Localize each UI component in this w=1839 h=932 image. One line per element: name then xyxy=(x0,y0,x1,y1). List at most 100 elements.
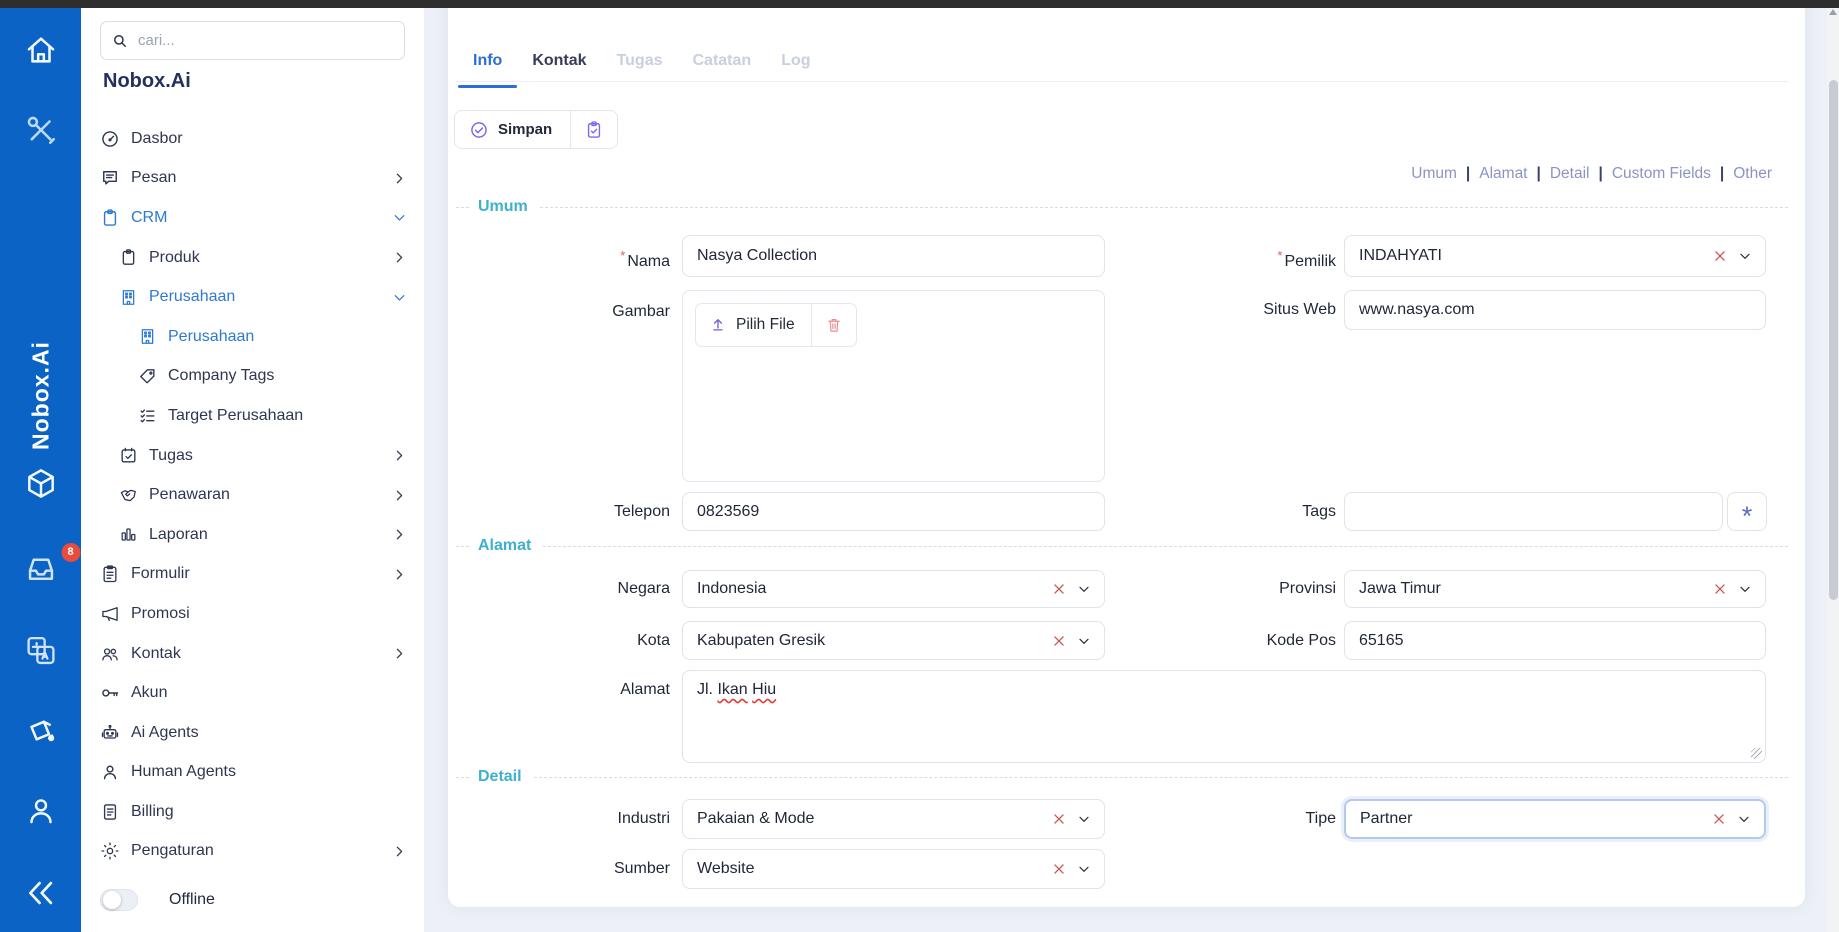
alamat-textarea[interactable]: Jl. Ikan Hiu xyxy=(682,670,1766,763)
kode-pos-label: Kode Pos xyxy=(1088,621,1336,660)
section-umum: Umum xyxy=(456,196,1788,218)
sidebar-item-perusahaan[interactable]: Perusahaan xyxy=(81,277,424,317)
sidebar-item-tugas[interactable]: Tugas xyxy=(81,436,424,476)
check-circle-icon xyxy=(469,120,489,140)
industri-select[interactable]: Pakaian & Mode xyxy=(682,799,1105,839)
telepon-input[interactable] xyxy=(682,492,1105,531)
pemilik-select[interactable]: INDAHYATI xyxy=(1344,235,1766,277)
search-input[interactable] xyxy=(138,32,394,49)
sidebar-item-produk[interactable]: Produk xyxy=(81,238,424,278)
nav-link-detail[interactable]: Detail xyxy=(1550,165,1590,182)
tipe-select[interactable]: Partner xyxy=(1344,799,1766,839)
nav-link-alamat[interactable]: Alamat xyxy=(1479,165,1527,182)
offline-label: Offline xyxy=(169,891,215,909)
provinsi-select[interactable]: Jawa Timur xyxy=(1344,570,1766,608)
provinsi-label: Provinsi xyxy=(1088,570,1336,608)
profile-icon[interactable] xyxy=(23,793,58,828)
chevron-right-icon xyxy=(391,526,408,543)
clear-icon[interactable] xyxy=(1713,582,1727,596)
clear-icon[interactable] xyxy=(1052,582,1066,596)
chevron-down-icon xyxy=(1736,811,1752,827)
resize-handle[interactable] xyxy=(1751,748,1762,759)
sidebar-item-pesan[interactable]: Pesan xyxy=(81,159,424,199)
kota-select[interactable]: Kabupaten Gresik xyxy=(682,621,1105,660)
situs-web-input[interactable] xyxy=(1344,290,1766,330)
paint-bucket-icon[interactable] xyxy=(23,716,58,751)
icon-rail: Nobox.Ai 8 xyxy=(0,0,81,932)
kode-pos-input[interactable] xyxy=(1344,621,1766,660)
chevron-right-icon xyxy=(391,487,408,504)
rail-brand-vertical: Nobox.Ai xyxy=(27,300,54,450)
alamat-label: Alamat xyxy=(456,670,670,710)
situs-web-label: Situs Web xyxy=(1088,290,1336,330)
sidebar-item-promosi[interactable]: Promosi xyxy=(81,594,424,634)
section-detail: Detail xyxy=(456,766,1788,788)
chevron-down-icon xyxy=(391,209,408,226)
nama-input[interactable] xyxy=(682,235,1105,277)
sidebar-search[interactable] xyxy=(100,21,405,60)
sidebar-item-ai-agents[interactable]: Ai Agents xyxy=(81,713,424,753)
clear-icon[interactable] xyxy=(1052,862,1066,876)
clipboard-check-button[interactable] xyxy=(570,111,617,148)
kota-label: Kota xyxy=(456,621,670,660)
sidebar: Nobox.Ai Dasbor Pesan CRM Produk Perusah… xyxy=(81,8,424,932)
sidebar-item-company-tags[interactable]: Company Tags xyxy=(81,357,424,397)
clear-icon[interactable] xyxy=(1713,249,1727,263)
offline-toggle[interactable] xyxy=(100,889,138,911)
telepon-label: Telepon xyxy=(456,492,670,531)
tambah-perusahaan-modal: Tambah Perusahaan Info Kontak Tugas Cata… xyxy=(448,0,1805,907)
gambar-preview-box: Pilih File xyxy=(682,290,1105,482)
sidebar-item-pengaturan[interactable]: Pengaturan xyxy=(81,832,424,872)
nav-link-custom-fields[interactable]: Custom Fields xyxy=(1612,165,1711,182)
sumber-select[interactable]: Website xyxy=(682,849,1105,889)
sidebar-item-akun[interactable]: Akun xyxy=(81,673,424,713)
scrollbar-thumb[interactable] xyxy=(1829,80,1838,600)
save-button-group: Simpan xyxy=(454,110,618,149)
trash-icon xyxy=(825,316,843,334)
negara-select[interactable]: Indonesia xyxy=(682,570,1105,608)
chevron-down-icon xyxy=(1737,248,1753,264)
tags-asterisk-button[interactable]: * xyxy=(1727,492,1767,531)
sidebar-item-perusahaan-sub[interactable]: Perusahaan xyxy=(81,317,424,357)
pemilik-label: *Pemilik xyxy=(1088,235,1336,283)
pilih-file-button[interactable]: Pilih File xyxy=(696,304,811,346)
sidebar-menu: Dasbor Pesan CRM Produk Perusahaan Perus… xyxy=(81,119,424,871)
upload-icon xyxy=(709,316,727,334)
chevron-right-icon xyxy=(391,645,408,662)
nav-link-umum[interactable]: Umum xyxy=(1411,165,1457,182)
top-bar xyxy=(0,0,1839,8)
sidebar-brand: Nobox.Ai xyxy=(103,70,191,93)
sidebar-item-formulir[interactable]: Formulir xyxy=(81,555,424,595)
sidebar-item-laporan[interactable]: Laporan xyxy=(81,515,424,555)
chevron-right-icon xyxy=(391,447,408,464)
sidebar-item-dasbor[interactable]: Dasbor xyxy=(81,119,424,159)
delete-image-button[interactable] xyxy=(811,304,856,346)
sidebar-item-target-perusahaan[interactable]: Target Perusahaan xyxy=(81,396,424,436)
inbox-icon[interactable]: 8 xyxy=(23,551,58,586)
sidebar-item-kontak[interactable]: Kontak xyxy=(81,634,424,674)
chevron-down-icon xyxy=(391,289,408,306)
clear-icon[interactable] xyxy=(1712,812,1726,826)
sidebar-item-penawaran[interactable]: Penawaran xyxy=(81,475,424,515)
nav-link-other[interactable]: Other xyxy=(1733,165,1772,182)
tools-icon[interactable] xyxy=(24,113,58,147)
sidebar-item-human-agents[interactable]: Human Agents xyxy=(81,753,424,793)
scroll-up-arrow-icon[interactable] xyxy=(1829,9,1837,15)
chevron-right-icon xyxy=(391,566,408,583)
offline-row: Offline xyxy=(100,889,215,911)
page-scrollbar[interactable] xyxy=(1827,0,1839,932)
clear-icon[interactable] xyxy=(1052,634,1066,648)
tags-input[interactable] xyxy=(1344,492,1723,531)
tabs-divider xyxy=(456,81,1788,82)
tipe-label: Tipe xyxy=(1088,799,1336,839)
asterisk-icon: * xyxy=(1742,501,1753,531)
collapse-sidebar-icon[interactable] xyxy=(24,876,58,910)
save-button[interactable]: Simpan xyxy=(455,111,570,148)
clear-icon[interactable] xyxy=(1052,812,1066,826)
home-icon[interactable] xyxy=(24,33,58,67)
translate-icon[interactable] xyxy=(23,633,58,668)
sidebar-item-billing[interactable]: Billing xyxy=(81,792,424,832)
chevron-down-icon xyxy=(1737,581,1753,597)
sidebar-item-crm[interactable]: CRM xyxy=(81,198,424,238)
package-icon[interactable] xyxy=(23,466,58,501)
